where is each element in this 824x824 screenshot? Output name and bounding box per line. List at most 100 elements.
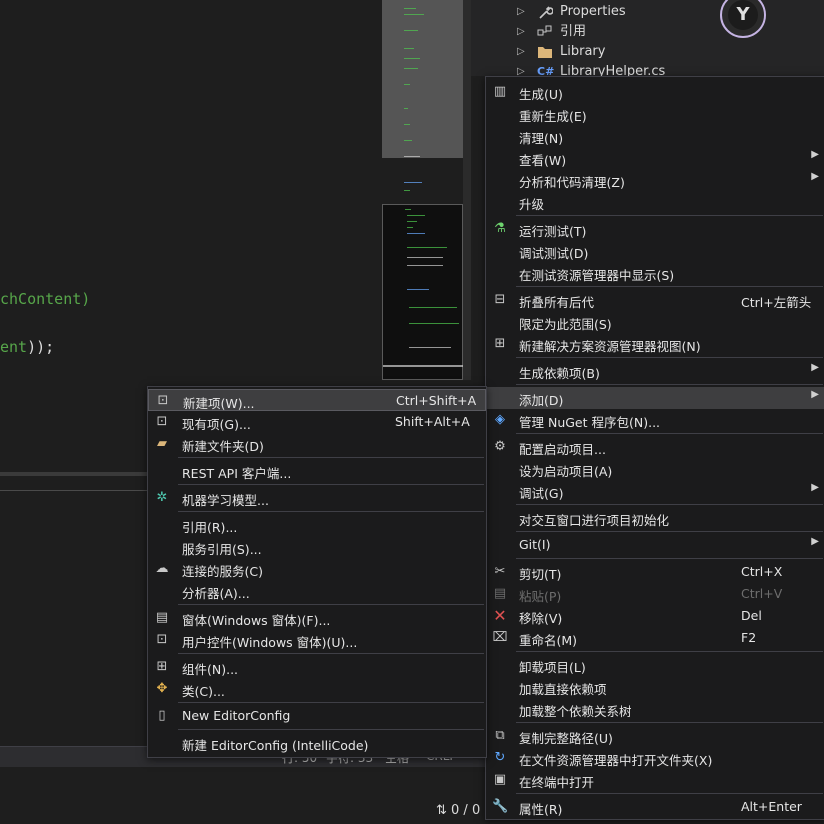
open-folder-icon: ↻: [494, 750, 506, 765]
menu-separator: [516, 357, 823, 358]
references-icon: [537, 25, 553, 39]
menu-item-copy-full-path[interactable]: ⧉ 复制完整路径(U): [486, 725, 824, 747]
component-icon: ⊞: [156, 659, 168, 674]
menu-item-paste[interactable]: ▤ 粘贴(P) Ctrl+V: [486, 583, 824, 605]
class-icon: ✥: [156, 681, 168, 696]
minimap-viewport[interactable]: [382, 204, 463, 380]
submenu-arrow-icon: ▶: [811, 362, 819, 373]
menu-item-existing-item[interactable]: ⊡ 现有项(G)... Shift+Alt+A: [148, 411, 486, 433]
nuget-icon: ◈: [495, 412, 505, 427]
menu-separator: [178, 702, 484, 703]
menu-item-configure-startup[interactable]: ⚙ 配置启动项目...: [486, 436, 824, 458]
menu-item-manage-nuget[interactable]: ◈ 管理 NuGet 程序包(N)...: [486, 409, 824, 431]
gear-icon: ⚙: [494, 439, 506, 454]
menu-item-load-direct-deps[interactable]: 加载直接依赖项: [486, 676, 824, 698]
submenu-arrow-icon: ▶: [811, 536, 819, 547]
menu-item-set-startup[interactable]: 设为启动项目(A): [486, 458, 824, 480]
expand-arrow-icon[interactable]: ▷: [517, 42, 525, 62]
menu-item-component[interactable]: ⊞ 组件(N)...: [148, 656, 486, 678]
menu-item-analyzer[interactable]: 分析器(A)...: [148, 580, 486, 602]
menu-separator: [516, 433, 823, 434]
menu-item-add[interactable]: 添加(D) ▶: [486, 387, 824, 409]
editor-scrollbar[interactable]: [463, 0, 471, 380]
terminal-icon: ▣: [493, 772, 507, 787]
menu-separator: [178, 457, 484, 458]
expand-arrow-icon[interactable]: ▷: [517, 2, 525, 22]
menu-separator: [516, 793, 823, 794]
menu-item-remove[interactable]: ✕ 移除(V) Del: [486, 605, 824, 627]
git-changes-count[interactable]: ⇅ 0 / 0: [436, 803, 480, 818]
menu-item-collapse-all[interactable]: ⊟ 折叠所有后代 Ctrl+左箭头: [486, 289, 824, 311]
menu-item-service-reference[interactable]: 服务引用(S)...: [148, 536, 486, 558]
menu-item-debug-tests[interactable]: 调试测试(D): [486, 240, 824, 262]
code-line: chContent): [0, 290, 91, 308]
menu-item-analyze[interactable]: 分析和代码清理(Z) ▶: [486, 169, 824, 191]
menu-item-class[interactable]: ✥ 类(C)...: [148, 678, 486, 700]
menu-item-rest-api-client[interactable]: REST API 客户端...: [148, 460, 486, 482]
menu-item-run-tests[interactable]: ⚗ 运行测试(T): [486, 218, 824, 240]
menu-item-unload-project[interactable]: 卸载项目(L): [486, 654, 824, 676]
menu-separator: [516, 286, 823, 287]
menu-item-rename[interactable]: ⌧ 重命名(M) F2: [486, 627, 824, 649]
menu-item-new-editorconfig-intellicode[interactable]: 新建 EditorConfig (IntelliCode): [148, 732, 486, 754]
menu-item-reference[interactable]: 引用(R)...: [148, 514, 486, 536]
tree-item-properties[interactable]: ▷ Properties: [471, 2, 721, 22]
user-control-icon: ⊡: [156, 632, 168, 647]
menu-item-build-dependencies[interactable]: 生成依赖项(B) ▶: [486, 360, 824, 382]
tree-item-library[interactable]: ▷ Library: [471, 42, 721, 62]
menu-item-scope-to-this[interactable]: 限定为此范围(S): [486, 311, 824, 333]
menu-item-new-item[interactable]: ⊡ 新建项(W)... Ctrl+Shift+A: [148, 389, 486, 411]
add-submenu: ⊡ 新建项(W)... Ctrl+Shift+A ⊡ 现有项(G)... Shift+A…: [147, 386, 487, 758]
menu-item-build[interactable]: ▥ 生成(U): [486, 81, 824, 103]
new-item-icon: ⊡: [157, 393, 169, 408]
menu-item-git[interactable]: Git(I) ▶: [486, 534, 824, 556]
form-icon: ▤: [155, 610, 169, 625]
menu-item-properties[interactable]: 🔧 属性(R) Alt+Enter: [486, 796, 824, 818]
menu-item-clean[interactable]: 清理(N): [486, 125, 824, 147]
menu-item-ml-model[interactable]: ✲ 机器学习模型...: [148, 487, 486, 509]
collapse-icon: ⊟: [494, 292, 506, 307]
user-logo-icon: Y: [728, 0, 758, 30]
menu-separator: [516, 722, 823, 723]
menu-item-connected-service[interactable]: ☁ 连接的服务(C): [148, 558, 486, 580]
menu-item-cut[interactable]: ✂ 剪切(T) Ctrl+X: [486, 561, 824, 583]
rename-icon: ⌧: [492, 630, 508, 645]
menu-separator: [178, 729, 484, 730]
editorconfig-icon: ▯: [158, 708, 166, 723]
minimap[interactable]: [382, 0, 463, 380]
menu-separator: [516, 384, 823, 385]
menu-item-new-editorconfig[interactable]: ▯ New EditorConfig: [148, 705, 486, 727]
folder-icon: [537, 45, 553, 59]
menu-item-debug[interactable]: 调试(G) ▶: [486, 480, 824, 502]
menu-separator: [178, 511, 484, 512]
build-icon: ▥: [493, 84, 507, 99]
scissors-icon: ✂: [494, 564, 506, 579]
menu-item-show-test-explorer[interactable]: 在测试资源管理器中显示(S): [486, 262, 824, 284]
new-view-icon: ⊞: [494, 336, 506, 351]
menu-separator: [178, 653, 484, 654]
menu-item-upgrade[interactable]: 升级: [486, 191, 824, 213]
menu-item-rebuild[interactable]: 重新生成(E): [486, 103, 824, 125]
menu-item-user-control[interactable]: ⊡ 用户控件(Windows 窗体)(U)...: [148, 629, 486, 651]
ml-model-icon: ✲: [156, 490, 168, 505]
menu-separator: [178, 604, 484, 605]
menu-item-init-interactive[interactable]: 对交互窗口进行项目初始化: [486, 507, 824, 529]
menu-item-open-in-explorer[interactable]: ↻ 在文件资源管理器中打开文件夹(X): [486, 747, 824, 769]
expand-arrow-icon[interactable]: ▷: [517, 22, 525, 42]
tree-item-references[interactable]: ▷ 引用: [471, 22, 721, 42]
menu-item-new-explorer-view[interactable]: ⊞ 新建解决方案资源管理器视图(N): [486, 333, 824, 355]
connected-service-icon: ☁: [155, 561, 169, 576]
menu-separator: [516, 504, 823, 505]
menu-item-view[interactable]: 查看(W) ▶: [486, 147, 824, 169]
menu-item-load-dep-tree[interactable]: 加载整个依赖关系树: [486, 698, 824, 720]
menu-separator: [516, 215, 823, 216]
existing-item-icon: ⊡: [156, 414, 168, 429]
menu-item-open-in-terminal[interactable]: ▣ 在终端中打开: [486, 769, 824, 791]
menu-separator: [178, 484, 484, 485]
menu-item-windows-form[interactable]: ▤ 窗体(Windows 窗体)(F)...: [148, 607, 486, 629]
solution-explorer: ▷ Properties ▷ 引用 ▷ Library ▷ C# Library…: [471, 0, 824, 79]
minimap-shade: [382, 0, 463, 158]
submenu-arrow-icon: ▶: [811, 149, 819, 160]
paste-icon: ▤: [493, 586, 507, 601]
menu-item-new-folder[interactable]: ▰ 新建文件夹(D): [148, 433, 486, 455]
